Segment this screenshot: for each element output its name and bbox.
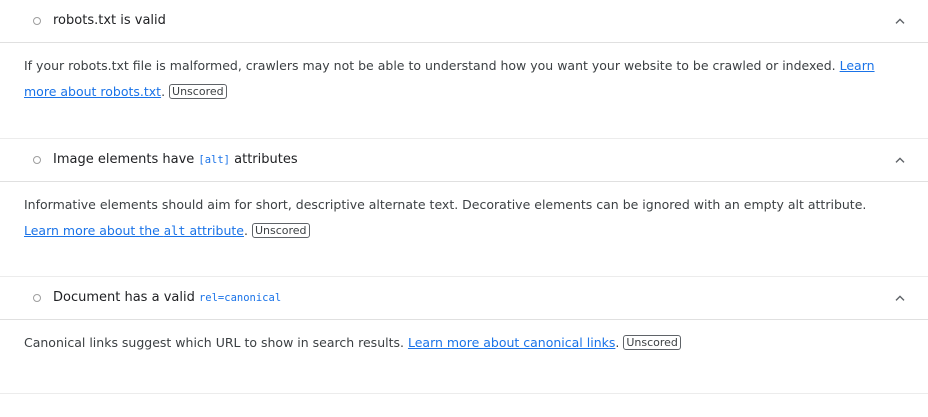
- audit-canonical: Document has a valid rel=canonical Canon…: [0, 277, 928, 394]
- title-code: [alt]: [198, 154, 230, 166]
- description-text: Canonical links suggest which URL to sho…: [24, 335, 404, 350]
- unscored-badge: Unscored: [169, 84, 227, 99]
- chevron-up-icon[interactable]: [894, 15, 910, 31]
- audit-title: Image elements have [alt] attributes: [53, 152, 298, 168]
- audit-header[interactable]: Image elements have [alt] attributes: [0, 139, 928, 182]
- status-circle-icon: [33, 294, 41, 302]
- title-suffix: attributes: [230, 152, 298, 167]
- description-text: Informative elements should aim for shor…: [24, 197, 867, 212]
- audit-title: Document has a valid rel=canonical: [53, 290, 281, 306]
- audit-robots-txt: robots.txt is valid If your robots.txt f…: [0, 0, 928, 139]
- title-code: rel=canonical: [198, 292, 282, 304]
- title-prefix: Image elements have: [53, 152, 199, 167]
- unscored-badge: Unscored: [623, 335, 681, 350]
- description-text: If your robots.txt file is malformed, cr…: [24, 58, 836, 73]
- learn-more-link[interactable]: Learn more about canonical links: [408, 335, 615, 350]
- status-circle-icon: [33, 156, 41, 164]
- audit-title: robots.txt is valid: [53, 13, 166, 28]
- link-prefix: Learn more about the: [24, 223, 164, 238]
- audit-description: If your robots.txt file is malformed, cr…: [24, 58, 875, 99]
- audit-header[interactable]: robots.txt is valid: [0, 0, 928, 43]
- chevron-up-icon[interactable]: [894, 154, 910, 170]
- unscored-badge: Unscored: [251, 223, 310, 238]
- audit-header[interactable]: Document has a valid rel=canonical: [0, 277, 928, 320]
- audit-image-alt: Image elements have [alt] attributes Inf…: [0, 139, 928, 277]
- link-suffix: attribute: [185, 223, 244, 238]
- chevron-up-icon[interactable]: [894, 292, 910, 308]
- audit-description: Canonical links suggest which URL to sho…: [0, 320, 928, 393]
- link-code: alt: [163, 224, 186, 238]
- status-circle-icon: [33, 17, 41, 25]
- learn-more-link[interactable]: Learn more about the alt attribute: [24, 223, 244, 238]
- title-prefix: Document has a valid: [53, 290, 199, 305]
- audit-description: Informative elements should aim for shor…: [24, 197, 867, 238]
